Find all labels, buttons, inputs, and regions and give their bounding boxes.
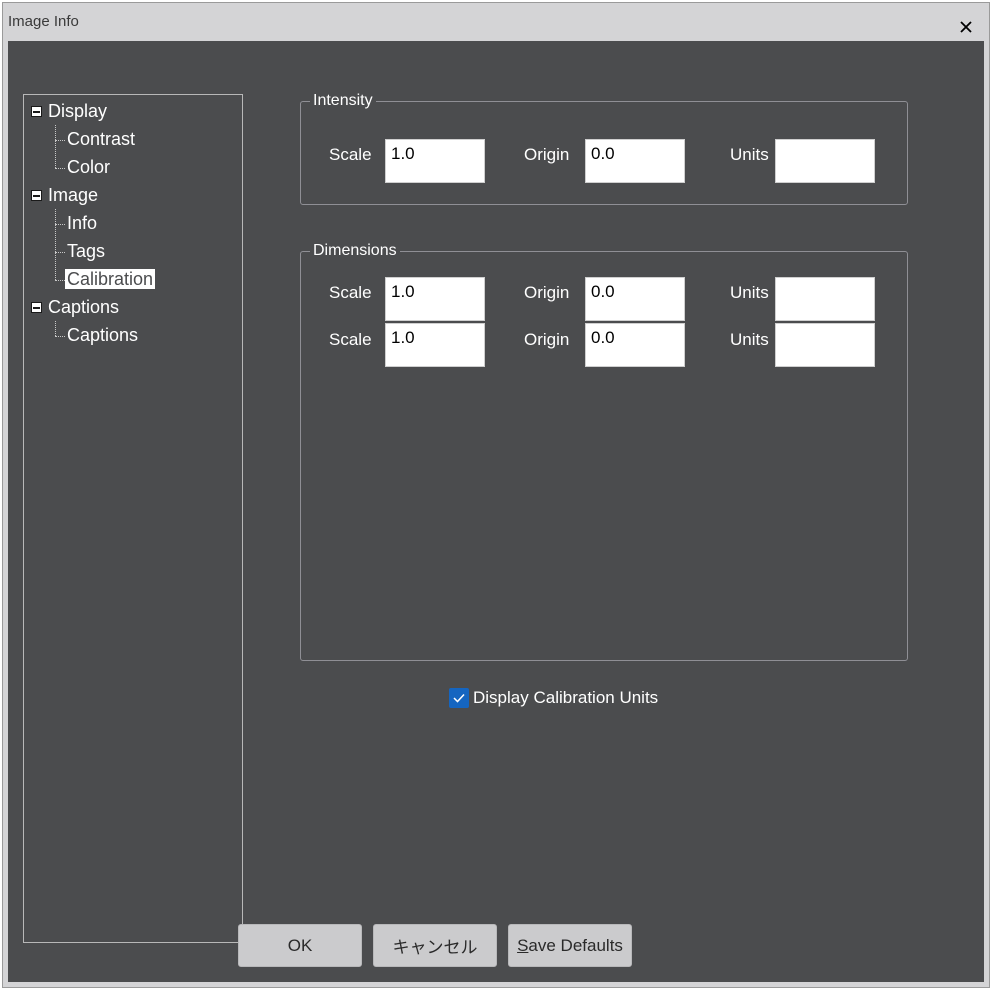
tree-connector xyxy=(55,125,56,168)
tree-connector xyxy=(55,336,65,337)
tree-collapse-icon[interactable] xyxy=(31,190,42,201)
tree-connector xyxy=(55,252,65,253)
tree-connector xyxy=(55,224,65,225)
tree-item-calibration[interactable]: Calibration xyxy=(65,266,156,292)
tree-item-label: Tags xyxy=(67,241,106,261)
intensity-scale-label: Scale xyxy=(329,145,372,164)
tree-connector xyxy=(55,140,65,141)
intensity-group: Intensity Scale Origin Units xyxy=(300,91,908,205)
tree-item-contrast[interactable]: Contrast xyxy=(67,126,135,152)
dimension-2-scale-label: Scale xyxy=(329,330,372,349)
cancel-button[interactable]: キャンセル xyxy=(373,924,497,967)
category-tree[interactable]: Display Contrast Color Image Info Tags C… xyxy=(23,94,243,943)
tree-item-label: Captions xyxy=(48,297,120,317)
close-icon xyxy=(960,21,972,33)
display-calibration-units-checkbox[interactable] xyxy=(449,688,469,708)
intensity-scale-input[interactable] xyxy=(385,139,485,183)
tree-collapse-icon[interactable] xyxy=(31,302,42,313)
tree-connector xyxy=(55,280,65,281)
intensity-units-label: Units xyxy=(730,145,769,164)
tree-connector xyxy=(55,209,56,280)
dimension-1-units-label: Units xyxy=(730,283,769,302)
intensity-group-title: Intensity xyxy=(310,91,376,111)
save-defaults-button[interactable]: Save Defaults xyxy=(508,924,632,967)
tree-item-label: Captions xyxy=(67,325,139,345)
tree-item-image[interactable]: Image xyxy=(48,182,98,208)
save-defaults-label: ave Defaults xyxy=(528,935,623,955)
title-bar: Image Info xyxy=(3,3,989,41)
ok-button[interactable]: OK xyxy=(238,924,362,967)
dialog-body: Display Contrast Color Image Info Tags C… xyxy=(3,41,989,987)
tree-connector xyxy=(55,321,56,336)
save-defaults-mnemonic: S xyxy=(517,935,529,955)
tree-item-label: Image xyxy=(48,185,99,205)
dimension-2-units-input[interactable] xyxy=(775,323,875,367)
check-icon xyxy=(453,693,465,703)
tree-item-color[interactable]: Color xyxy=(67,154,110,180)
window-title: Image Info xyxy=(8,13,79,30)
dimension-1-origin-label: Origin xyxy=(524,283,570,302)
tree-item-tags[interactable]: Tags xyxy=(67,238,105,264)
tree-collapse-icon[interactable] xyxy=(31,106,42,117)
tree-item-captions-group[interactable]: Captions xyxy=(48,294,119,320)
tree-item-label: Info xyxy=(67,213,98,233)
display-calibration-units-label[interactable]: Display Calibration Units xyxy=(473,687,658,709)
tree-item-label: Calibration xyxy=(65,269,156,289)
tree-connector xyxy=(55,168,65,169)
dimension-2-units-label: Units xyxy=(730,330,769,349)
dimensions-group: Dimensions Scale Origin Units Scale Orig… xyxy=(300,241,908,661)
dimension-1-origin-input[interactable] xyxy=(585,277,685,321)
dimension-1-scale-label: Scale xyxy=(329,283,372,302)
dimension-2-origin-label: Origin xyxy=(524,330,570,349)
tree-item-captions[interactable]: Captions xyxy=(67,322,138,348)
intensity-origin-input[interactable] xyxy=(585,139,685,183)
intensity-origin-label: Origin xyxy=(524,145,570,164)
image-info-dialog: Image Info Display Contrast Color Image … xyxy=(2,2,990,988)
dimension-2-origin-input[interactable] xyxy=(585,323,685,367)
tree-item-display[interactable]: Display xyxy=(48,98,107,124)
dimension-2-scale-input[interactable] xyxy=(385,323,485,367)
tree-item-label: Color xyxy=(67,157,111,177)
intensity-units-input[interactable] xyxy=(775,139,875,183)
dimension-1-scale-input[interactable] xyxy=(385,277,485,321)
dimensions-group-title: Dimensions xyxy=(310,241,400,261)
tree-item-label: Contrast xyxy=(67,129,136,149)
tree-item-info[interactable]: Info xyxy=(67,210,97,236)
dimension-1-units-input[interactable] xyxy=(775,277,875,321)
close-button[interactable] xyxy=(943,3,989,41)
tree-item-label: Display xyxy=(48,101,108,121)
